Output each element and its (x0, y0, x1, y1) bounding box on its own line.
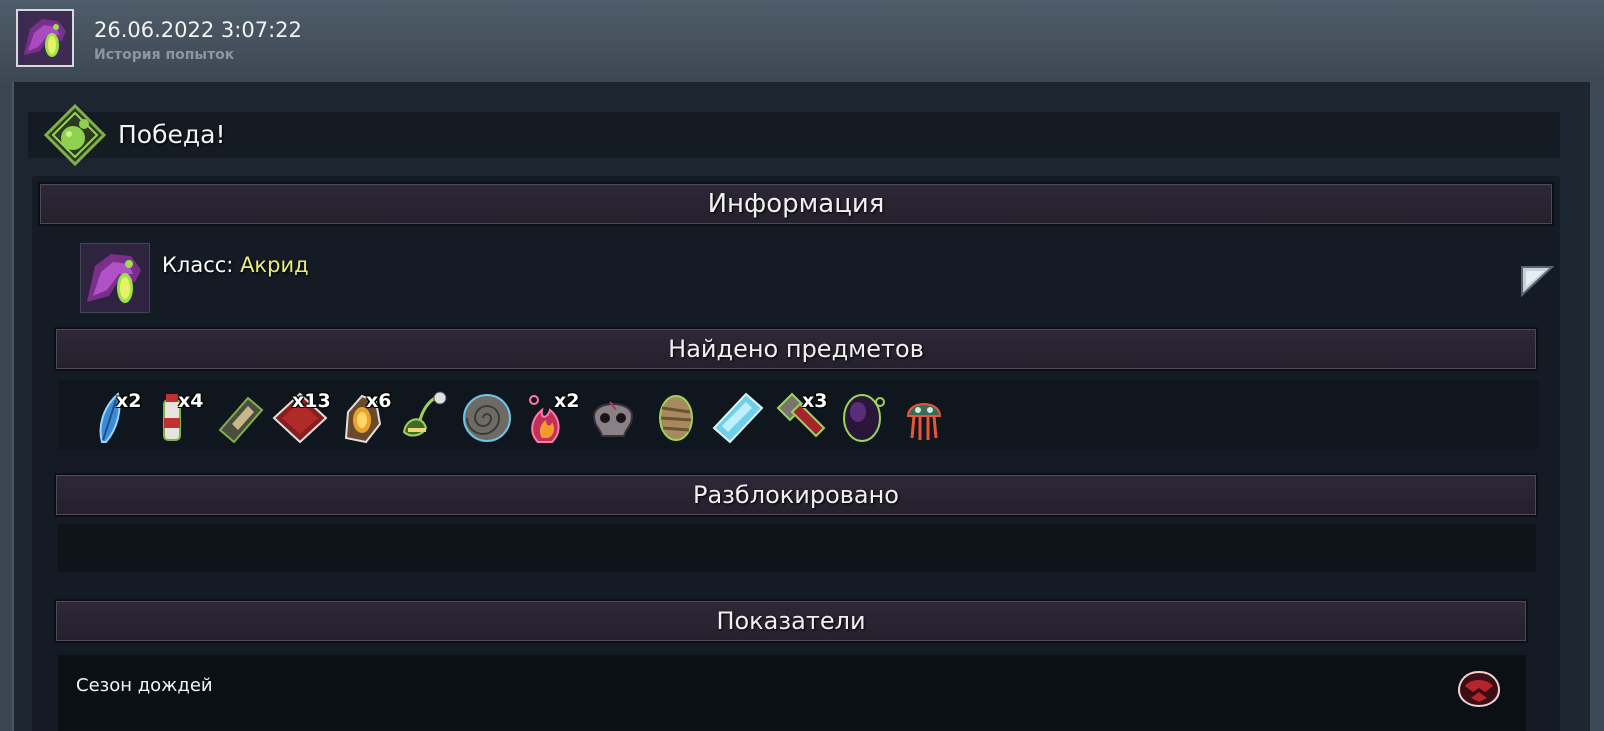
section-title: Показатели (716, 607, 866, 635)
item[interactable] (896, 388, 954, 446)
item[interactable]: x3 (770, 388, 828, 446)
item[interactable]: x13 (270, 388, 331, 446)
item-count: x2 (554, 390, 580, 412)
unlocked-list (58, 524, 1536, 572)
class-line: Класс: Акрид (162, 253, 309, 277)
left-edge (0, 82, 12, 731)
item[interactable] (834, 388, 892, 446)
section-title: Информация (707, 189, 885, 219)
class-avatar (80, 243, 150, 313)
item[interactable] (584, 388, 642, 446)
item[interactable] (396, 388, 454, 446)
section-header-stats: Показатели (54, 599, 1528, 643)
item-count: x2 (116, 390, 142, 412)
result-bar (28, 112, 1560, 158)
section-title: Найдено предметов (668, 335, 924, 363)
result-label: Победа! (118, 120, 226, 149)
item-count: x6 (366, 390, 392, 412)
section-header-items: Найдено предметов (54, 327, 1538, 371)
item-count: x13 (292, 390, 331, 412)
run-avatar (16, 9, 74, 67)
expand-arrow-icon[interactable] (1520, 265, 1555, 298)
item[interactable] (458, 388, 516, 446)
item-count: x4 (178, 390, 204, 412)
item[interactable]: x2 (522, 388, 580, 446)
item-count: x3 (802, 390, 828, 412)
monsoon-difficulty-icon (1455, 668, 1503, 710)
section-title: Разблокировано (692, 481, 899, 509)
item[interactable]: x2 (88, 388, 146, 446)
class-label: Класс: (162, 253, 234, 277)
item[interactable] (646, 388, 704, 446)
section-header-unlocked: Разблокировано (54, 473, 1538, 517)
item[interactable]: x6 (336, 388, 394, 446)
run-date: 26.06.2022 3:07:22 (94, 18, 302, 42)
item[interactable] (708, 388, 766, 446)
right-edge (1590, 82, 1604, 731)
class-value: Акрид (240, 253, 309, 277)
item[interactable] (212, 388, 270, 446)
section-header-info: Информация (38, 182, 1554, 226)
run-history-link[interactable]: История попыток (94, 47, 234, 63)
stats-panel (58, 655, 1526, 731)
difficulty-label: Сезон дождей (76, 675, 213, 696)
item[interactable]: x4 (150, 388, 208, 446)
victory-icon (43, 103, 107, 167)
